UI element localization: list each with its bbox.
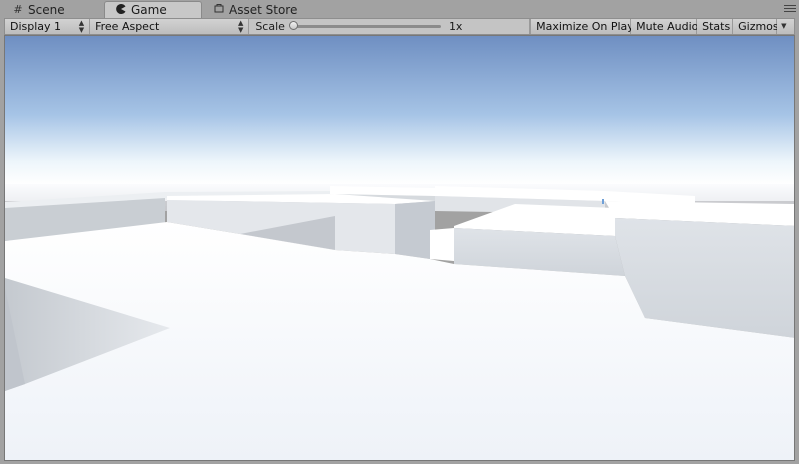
tab-scene[interactable]: # Scene	[12, 1, 65, 18]
aspect-select[interactable]: Free Aspect ▲ ▼	[90, 18, 250, 34]
maximize-on-play-label: Maximize On Play	[536, 20, 634, 33]
game-viewport[interactable]	[4, 35, 795, 461]
gizmos-toggle[interactable]: Gizmos	[733, 19, 779, 34]
scale-slider-thumb[interactable]	[288, 21, 298, 30]
game-scene	[5, 36, 794, 460]
scale-control: Scale 1x	[249, 19, 531, 34]
maximize-on-play-toggle[interactable]: Maximize On Play	[531, 19, 634, 34]
tab-game-label: Game	[131, 3, 167, 17]
pacman-icon	[115, 3, 127, 17]
middle-wall-side	[395, 201, 435, 259]
stats-toggle[interactable]: Stats	[697, 19, 734, 34]
tab-asset-store-label: Asset Store	[229, 2, 298, 17]
small-block	[430, 228, 454, 261]
aspect-select-value: Free Aspect	[95, 20, 160, 33]
scale-label: Scale	[255, 20, 285, 33]
gizmos-label: Gizmos	[738, 20, 779, 33]
game-view-toolbar: Display 1 ▲ ▼ Free Aspect ▲ ▼ Scale 1x Max…	[4, 18, 795, 35]
scale-slider[interactable]	[288, 21, 441, 30]
display-select-value: Display 1	[10, 20, 62, 33]
scale-value: 1x	[448, 20, 463, 33]
mute-audio-toggle[interactable]: Mute Audio	[631, 19, 699, 34]
window-tab-strip: # Scene Game Asset Store	[0, 0, 799, 18]
dropdown-arrow-icon: ▼	[781, 22, 787, 30]
grid-icon: #	[13, 3, 23, 16]
panel-menu-icon[interactable]	[784, 5, 796, 14]
tab-scene-label: Scene	[28, 2, 65, 17]
mute-audio-label: Mute Audio	[636, 20, 699, 33]
select-arrows-icon: ▲ ▼	[237, 18, 244, 34]
stats-label: Stats	[702, 20, 731, 33]
distant-marker	[602, 199, 604, 204]
select-arrows-icon: ▲ ▼	[78, 18, 85, 34]
bag-icon	[213, 3, 225, 16]
tab-asset-store[interactable]: Asset Store	[213, 1, 297, 18]
tab-game[interactable]: Game	[104, 1, 202, 18]
gizmos-dropdown-button[interactable]: ▼	[777, 19, 794, 34]
display-select[interactable]: Display 1 ▲ ▼	[5, 18, 91, 34]
